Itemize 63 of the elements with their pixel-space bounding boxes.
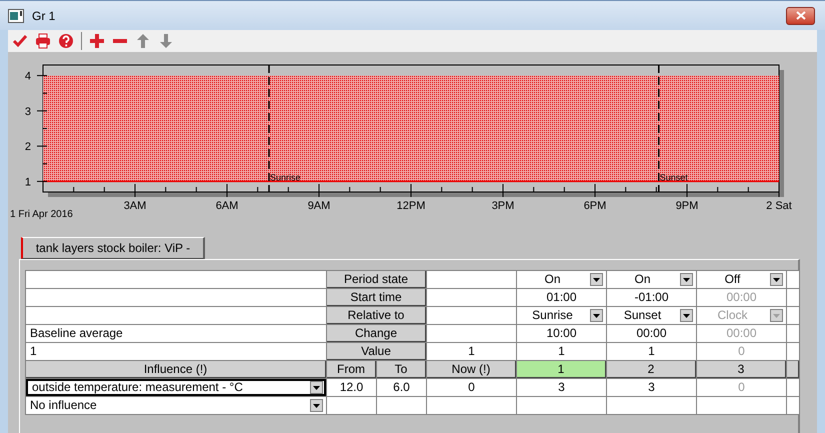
plus-icon[interactable] [87,31,107,51]
x-tick-label: 9PM [676,200,698,212]
x-tick-label: 2 Sat [766,200,792,212]
dropdown[interactable]: On [607,271,696,288]
marker-label: Sunrise [270,172,301,182]
column-header: Now (!) [427,361,516,378]
column-header: To [377,361,426,378]
marker-label: Sunset [660,172,688,182]
x-tick-label: 6PM [584,200,606,212]
table-cell: 00:00 [697,289,786,306]
y-tick-label: 1 [24,176,31,188]
column-header: Influence (!) [26,361,326,378]
date-label: 1 Fri Apr 2016 [10,209,73,220]
column-header: From [327,361,376,378]
dropdown[interactable]: No influence [26,397,326,414]
table-cell: 6.0 [377,379,426,396]
table-cell: 0 [427,379,516,396]
y-tick-label: 2 [24,141,31,154]
x-tick-label: 9AM [308,200,330,212]
row-header: Start time [327,289,426,306]
period-header[interactable]: 3 [697,361,786,378]
table-cell: -01:00 [607,289,696,306]
printer-icon[interactable] [33,31,53,51]
row-header: Value [327,343,426,360]
period-header[interactable]: 1 [517,361,606,378]
x-tick-label: 3PM [492,200,514,212]
table-cell [377,397,426,414]
table-cell [327,397,376,414]
help-icon[interactable] [56,31,76,51]
column-header [787,361,799,378]
dropdown[interactable]: Sunrise [517,307,606,324]
window-icon [8,8,24,22]
dropdown[interactable]: outside temperature: measurement - °C [26,379,326,396]
close-icon [796,11,806,20]
table-cell: Baseline average [26,325,326,342]
table-cell: 3 [607,379,696,396]
dropdown[interactable]: Off [697,271,786,288]
y-tick-label: 3 [24,106,31,118]
row-header: Period state [327,271,426,288]
x-tick-label: 12PM [396,200,426,212]
dropdown[interactable]: Sunset [607,307,696,324]
row-header: Relative to [327,307,426,324]
x-tick-label: 6AM [216,200,238,212]
close-button[interactable] [786,6,815,24]
table-cell: 10:00 [517,325,606,342]
table-cell: 12.0 [327,379,376,396]
table-cell: 01:00 [517,289,606,306]
table-cell: 00:00 [607,325,696,342]
window-title: Gr 1 [32,8,56,24]
dropdown[interactable]: On [517,271,606,288]
table-cell: 00:00 [697,325,786,342]
table-cell: 3 [517,379,606,396]
table-cell: 1 [427,343,516,360]
table-cell: 0 [697,343,786,360]
table-cell: 0 [697,379,786,396]
table-cell: 1 [26,343,326,360]
table-cell: 1 [607,343,696,360]
table-cell: 1 [517,343,606,360]
x-tick-label: 3AM [124,200,146,212]
row-header: Change [327,325,426,342]
y-tick-label: 4 [24,70,31,83]
period-header[interactable]: 2 [607,361,696,378]
tab[interactable]: tank layers stock boiler: ViP - [21,237,205,259]
